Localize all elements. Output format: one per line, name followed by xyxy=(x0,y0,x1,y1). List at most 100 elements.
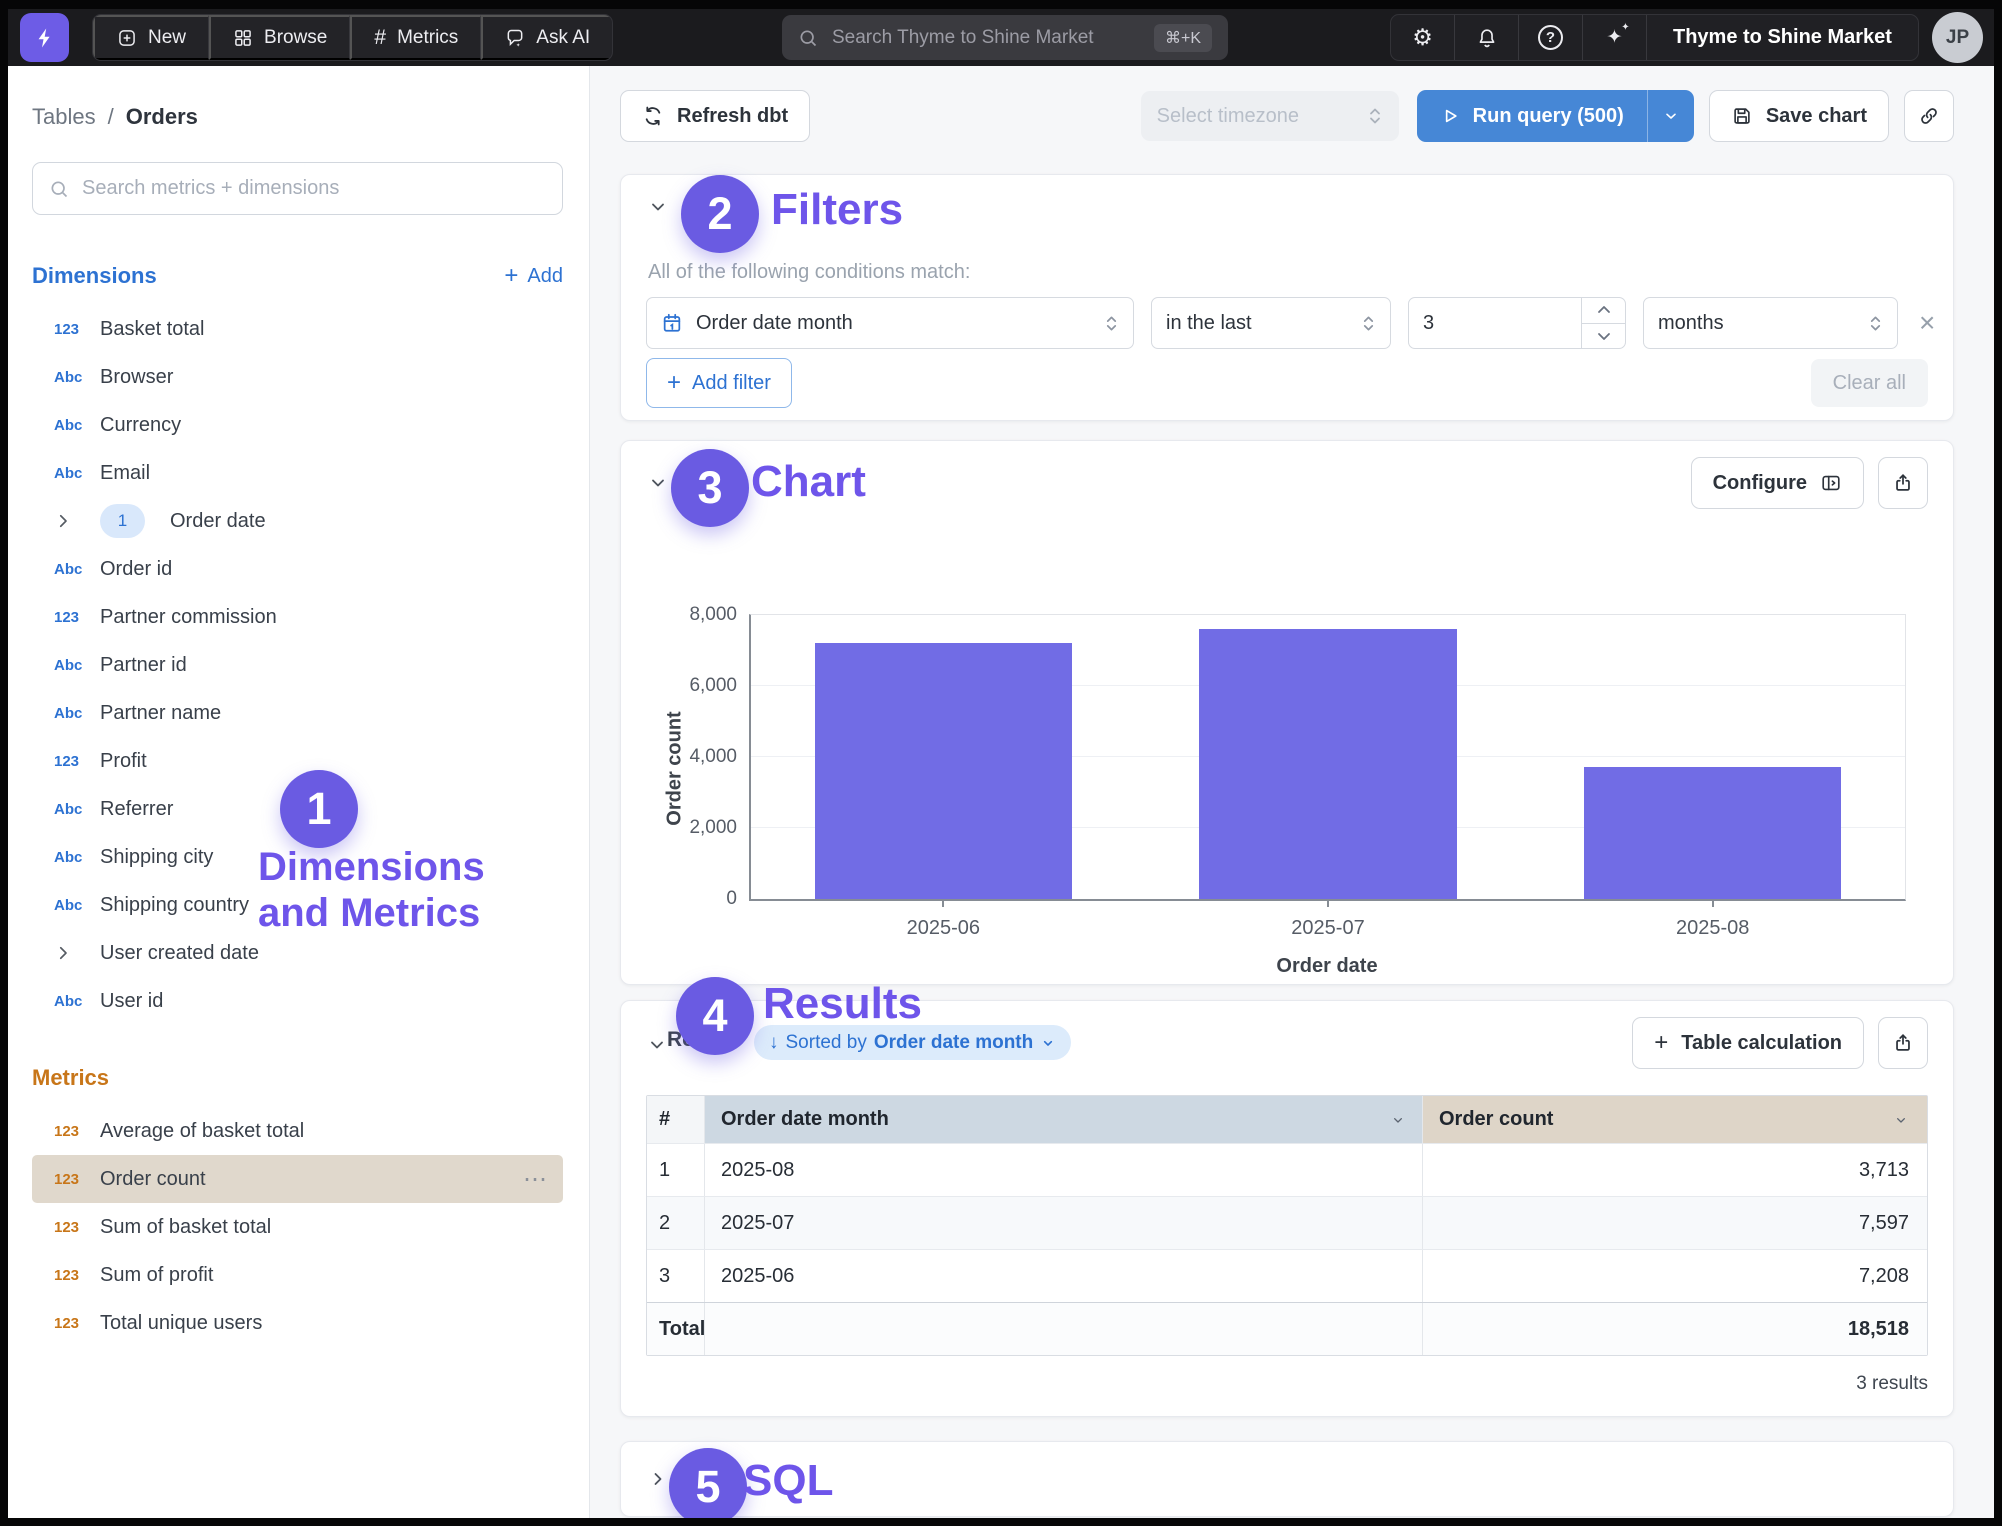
number-type-icon: 123 xyxy=(54,321,100,338)
close-icon: × xyxy=(1919,307,1935,338)
field-label: Browser xyxy=(100,366,173,389)
x-axis-tick-label: 2025-08 xyxy=(1676,917,1749,940)
link-icon xyxy=(1918,105,1940,127)
collapse-results-chevron-icon[interactable] xyxy=(647,1035,667,1055)
text-type-icon: Abc xyxy=(54,657,100,674)
sidebar-field-browser[interactable]: AbcBrowser xyxy=(32,353,563,401)
sql-title: SQL xyxy=(743,1456,833,1506)
filter-unit-select[interactable]: months xyxy=(1643,297,1898,349)
nav-browse-button[interactable]: Browse xyxy=(209,15,350,60)
row-number-column-header: # xyxy=(647,1096,705,1143)
caret-updown-icon xyxy=(1367,105,1383,127)
export-chart-button[interactable] xyxy=(1878,457,1928,509)
bar-2025-07[interactable] xyxy=(1199,629,1456,899)
run-query-options-button[interactable] xyxy=(1647,90,1694,142)
order-date-month-cell: 2025-08 xyxy=(705,1144,1423,1196)
chevron-right-icon[interactable] xyxy=(54,512,100,530)
nav-new-button[interactable]: New xyxy=(93,15,209,60)
bar-2025-08[interactable] xyxy=(1584,767,1841,899)
global-search-input[interactable]: Search Thyme to Shine Market ⌘+K xyxy=(782,15,1228,60)
filter-operator-select[interactable]: in the last xyxy=(1151,297,1391,349)
bar-2025-06[interactable] xyxy=(815,643,1072,899)
filter-field-select[interactable]: Order date month xyxy=(646,297,1134,349)
text-type-icon: Abc xyxy=(54,801,100,818)
y-axis-tick-label: 0 xyxy=(726,888,737,910)
order-count-column-header[interactable]: Order count xyxy=(1423,1096,1927,1143)
export-results-button[interactable] xyxy=(1878,1017,1928,1069)
sorted-field: Order date month xyxy=(874,1032,1033,1054)
app-logo[interactable] xyxy=(20,13,69,62)
add-filter-button[interactable]: + Add filter xyxy=(646,358,792,408)
nav-metrics-button[interactable]: # Metrics xyxy=(350,15,481,60)
notifications-button[interactable] xyxy=(1455,15,1519,60)
nav-browse-label: Browse xyxy=(264,27,327,49)
run-query-button[interactable]: Run query (500) xyxy=(1417,90,1694,142)
sidebar-field-order-date[interactable]: 1Order date xyxy=(32,497,563,545)
chevron-right-icon[interactable] xyxy=(54,944,100,962)
sidebar-field-email[interactable]: AbcEmail xyxy=(32,449,563,497)
field-label: Email xyxy=(100,462,150,485)
field-label: Sum of profit xyxy=(100,1264,213,1287)
share-link-button[interactable] xyxy=(1904,90,1954,142)
sidebar-field-user-id[interactable]: AbcUser id xyxy=(32,977,563,1025)
number-type-icon: 123 xyxy=(54,753,100,770)
ai-sparkles-button[interactable]: ✦ ✦ xyxy=(1583,15,1647,60)
x-axis-tick xyxy=(1712,899,1714,907)
configure-chart-button[interactable]: Configure xyxy=(1691,457,1864,509)
user-avatar[interactable]: JP xyxy=(1932,12,1983,63)
collapse-filters-chevron-icon[interactable] xyxy=(648,197,668,217)
remove-filter-button[interactable]: × xyxy=(1915,309,1939,337)
settings-button[interactable]: ⚙ xyxy=(1391,15,1455,60)
clear-all-filters-button[interactable]: Clear all xyxy=(1811,359,1928,407)
sorted-by-pill[interactable]: ↓ Sorted by Order date month xyxy=(754,1025,1071,1060)
save-chart-button[interactable]: Save chart xyxy=(1709,90,1889,142)
results-table-header: # Order date month Order count xyxy=(647,1096,1927,1144)
table-row[interactable]: 12025-083,713 xyxy=(647,1144,1927,1197)
number-type-icon: 123 xyxy=(54,1315,100,1332)
nav-ask-ai-button[interactable]: Ask AI xyxy=(481,15,612,60)
sidebar-field-sum-of-profit[interactable]: 123Sum of profit xyxy=(32,1251,563,1299)
sidebar-field-partner-commission[interactable]: 123Partner commission xyxy=(32,593,563,641)
filters-title: Filters xyxy=(771,185,903,235)
sidebar-field-basket-total[interactable]: 123Basket total xyxy=(32,305,563,353)
timezone-select[interactable]: Select timezone xyxy=(1141,91,1399,141)
field-label: Basket total xyxy=(100,318,205,341)
table-row[interactable]: 32025-067,208 xyxy=(647,1250,1927,1302)
metrics-header: Metrics xyxy=(32,1065,563,1091)
refresh-dbt-button[interactable]: Refresh dbt xyxy=(620,90,810,142)
sidebar-field-partner-name[interactable]: AbcPartner name xyxy=(32,689,563,737)
annotation-label-1: Dimensions and Metrics xyxy=(258,844,518,937)
nav-metrics-label: Metrics xyxy=(397,27,458,49)
sidebar-field-average-of-basket-total[interactable]: 123Average of basket total xyxy=(32,1107,563,1155)
order-date-month-column-header[interactable]: Order date month xyxy=(705,1096,1423,1143)
filters-subtitle: All of the following conditions match: xyxy=(648,261,970,284)
more-options-icon[interactable]: ⋯ xyxy=(523,1165,549,1194)
sidebar-field-total-unique-users[interactable]: 123Total unique users xyxy=(32,1299,563,1347)
expand-sql-chevron-icon[interactable] xyxy=(648,1469,668,1489)
gear-icon: ⚙ xyxy=(1412,26,1433,49)
fields-search-input[interactable]: Search metrics + dimensions xyxy=(32,162,563,215)
stepper-up-button[interactable] xyxy=(1582,298,1625,324)
sidebar-field-sum-of-basket-total[interactable]: 123Sum of basket total xyxy=(32,1203,563,1251)
table-calculation-button[interactable]: + Table calculation xyxy=(1632,1017,1864,1069)
field-label: Shipping city xyxy=(100,846,213,869)
grid-icon xyxy=(233,28,253,48)
plus-icon: + xyxy=(504,264,518,288)
sidebar-field-order-count[interactable]: 123Order count⋯ xyxy=(32,1155,563,1203)
table-row[interactable]: 22025-077,597 xyxy=(647,1197,1927,1250)
results-table-body: 12025-083,71322025-077,59732025-067,208 xyxy=(647,1144,1927,1302)
y-axis-tick-label: 8,000 xyxy=(689,604,737,626)
sidebar-field-partner-id[interactable]: AbcPartner id xyxy=(32,641,563,689)
add-dimension-button[interactable]: + Add xyxy=(504,264,563,288)
breadcrumb-tables-link[interactable]: Tables xyxy=(32,104,96,130)
sidebar-field-currency[interactable]: AbcCurrency xyxy=(32,401,563,449)
filter-value-input[interactable]: 3 xyxy=(1408,297,1626,349)
help-button[interactable]: ? xyxy=(1519,15,1583,60)
sidebar-field-order-id[interactable]: AbcOrder id xyxy=(32,545,563,593)
collapse-chart-chevron-icon[interactable] xyxy=(648,473,668,493)
results-total-row: Total 18,518 xyxy=(647,1302,1927,1355)
stepper-down-button[interactable] xyxy=(1582,324,1625,349)
row-number-cell: 3 xyxy=(647,1250,705,1302)
org-switcher[interactable]: Thyme to Shine Market xyxy=(1647,15,1918,60)
active-filter-count-badge: 1 xyxy=(100,504,145,538)
